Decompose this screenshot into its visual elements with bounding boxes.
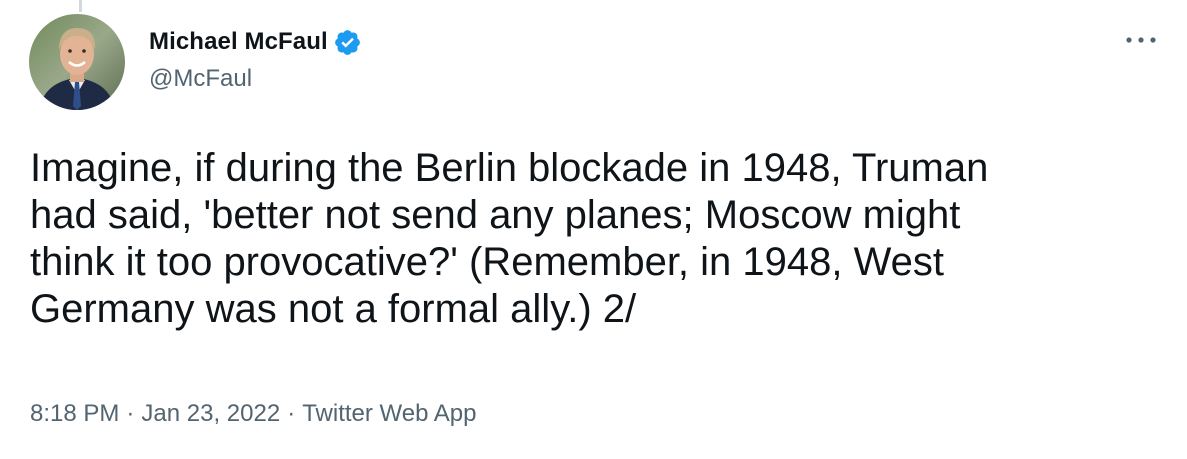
tweet-source-link[interactable]: Twitter Web App (302, 400, 476, 428)
author-handle[interactable]: @McFaul (149, 65, 362, 93)
author-display-name[interactable]: Michael McFaul (149, 28, 328, 56)
more-dots-icon (1126, 37, 1156, 43)
meta-separator: · (287, 400, 296, 427)
tweet-author: Michael McFaul @McFaul (149, 26, 362, 93)
tweet-date[interactable]: Jan 23, 2022 (141, 400, 280, 428)
tweet-metadata: 8:18 PM · Jan 23, 2022 · Twitter Web App (30, 400, 477, 428)
thread-connector-line (79, 0, 82, 12)
profile-photo-icon (29, 14, 125, 110)
tweet-text: Imagine, if during the Berlin blockade i… (30, 146, 989, 331)
author-name-row: Michael McFaul (149, 26, 362, 58)
verified-badge-icon (333, 28, 362, 57)
avatar[interactable] (29, 14, 125, 110)
more-options-button[interactable] (1121, 24, 1161, 56)
meta-separator: · (126, 400, 135, 427)
tweet-time[interactable]: 8:18 PM (30, 400, 119, 428)
